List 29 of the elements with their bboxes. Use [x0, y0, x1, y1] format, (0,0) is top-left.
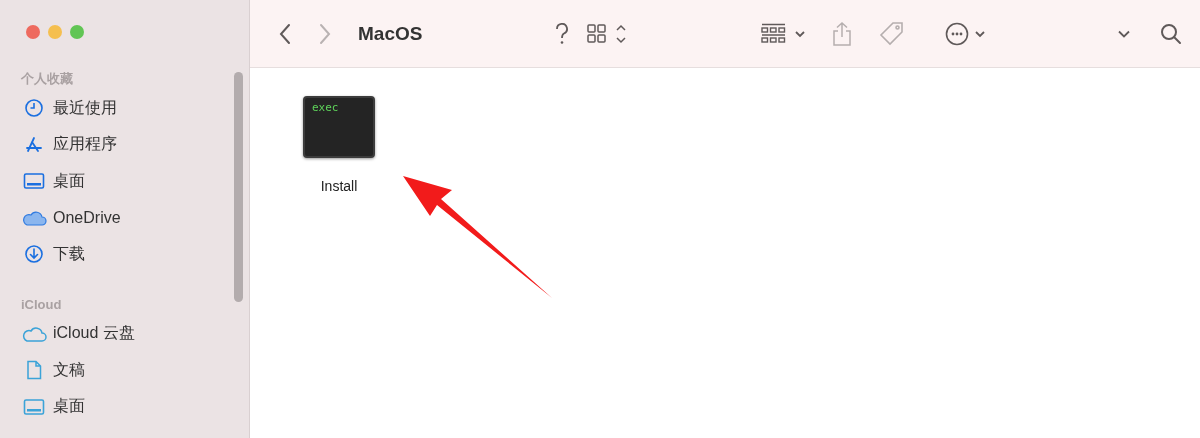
more-icon[interactable] [945, 20, 986, 47]
sidebar-item[interactable]: 应用程序 [0, 126, 249, 163]
window-title: MacOS [358, 22, 423, 45]
desktop-icon [23, 397, 45, 416]
clock-icon [24, 98, 44, 119]
chevron-down-icon[interactable] [1118, 29, 1130, 38]
scrollbar[interactable] [234, 72, 243, 302]
terminal-icon[interactable]: exec [303, 96, 375, 158]
back-icon[interactable] [278, 22, 292, 45]
cloud-icon [21, 324, 47, 343]
sidebar-item[interactable]: iCloud 云盘 [0, 315, 249, 352]
search-icon[interactable] [1160, 22, 1182, 45]
document-icon [26, 360, 42, 381]
app-store-icon [24, 134, 44, 155]
help-icon[interactable] [554, 22, 569, 45]
sidebar-item[interactable]: OneDrive [0, 199, 249, 236]
sidebar-section-title: iCloud [20, 296, 63, 314]
desktop-icon [23, 172, 45, 191]
cloud-icon [21, 208, 47, 227]
sidebar-item[interactable]: 桌面 [0, 163, 249, 200]
group-view-icon[interactable] [761, 22, 808, 45]
sidebar-section-title: 个人收藏 [20, 70, 74, 88]
grid-view-icon[interactable] [586, 22, 629, 45]
sidebar-item[interactable]: 最近使用 [0, 90, 249, 127]
sidebar-item[interactable]: 桌面 [0, 388, 249, 425]
sidebar-item[interactable]: 下载 [0, 236, 249, 273]
sidebar-item[interactable]: 文稿 [0, 352, 249, 389]
download-icon [24, 244, 44, 265]
file-name[interactable]: Install [320, 178, 358, 194]
